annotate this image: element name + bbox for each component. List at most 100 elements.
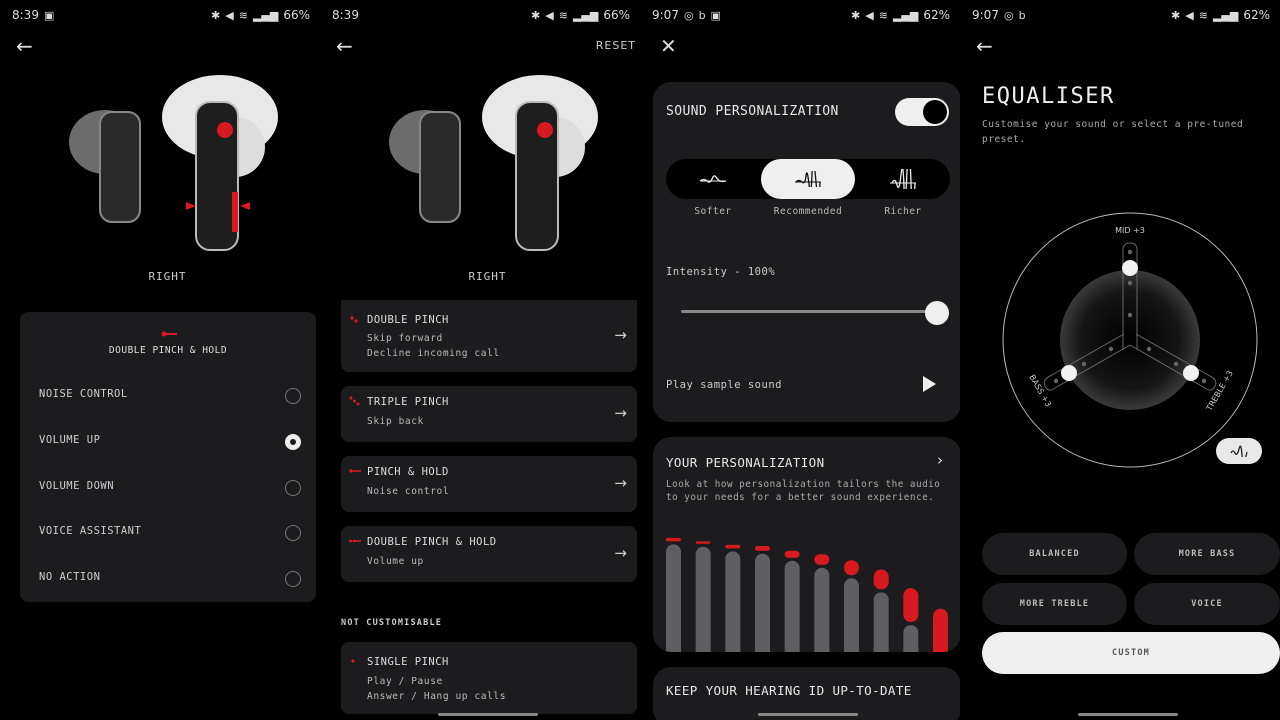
play-icon[interactable] [923, 376, 936, 392]
radio-button-selected[interactable] [285, 434, 301, 450]
gesture-options-screen: 8:39 ▣ ✱ ◀ ≋ ▂▄▆ 66% ← RIGHT DOUBLE PINCH & H… [0, 0, 320, 720]
battery-level: 66% [283, 8, 310, 22]
bar-base [755, 553, 770, 652]
intensity-slider[interactable] [681, 301, 949, 325]
slider-track [681, 310, 937, 313]
bluetooth-icon: ✱ [851, 8, 861, 22]
mid-handle [1122, 260, 1138, 276]
battery-level: 62% [923, 8, 950, 22]
bar-boost [873, 569, 889, 590]
home-indicator [1078, 713, 1178, 716]
option-volume-up[interactable]: VOLUME UP [20, 422, 316, 462]
option-no-action[interactable]: NO ACTION [20, 559, 316, 599]
close-button[interactable]: ✕ [660, 34, 677, 58]
your-personalization-card[interactable]: YOUR PERSONALIZATION › Look at how perso… [653, 437, 960, 652]
recommended-wave-icon [795, 171, 821, 187]
preset-more-treble[interactable]: MORE TREBLE [982, 583, 1127, 625]
preset-label-richer: Richer [884, 206, 922, 217]
radio-button[interactable] [285, 525, 301, 541]
keep-hearing-id-title: KEEP YOUR HEARING ID UP-TO-DATE [666, 683, 912, 698]
double-pinch-icon [350, 316, 358, 323]
bar-base [666, 544, 681, 652]
mute-icon: ◀ [1185, 8, 1194, 22]
preset-segmented-control [666, 159, 950, 199]
radio-button[interactable] [285, 480, 301, 496]
bar-boost [666, 537, 681, 542]
arrow-right-icon: → [614, 544, 627, 562]
bluetooth-icon: ✱ [211, 8, 221, 22]
preset-label-softer: Softer [694, 206, 732, 217]
arrow-right-icon: → [614, 326, 627, 344]
option-voice-assistant[interactable]: VOICE ASSISTANT [20, 513, 316, 553]
preset-softer[interactable] [666, 159, 760, 199]
earbuds-image [389, 75, 598, 251]
softer-wave-icon [699, 175, 727, 183]
slider-thumb[interactable] [925, 301, 949, 325]
preset-balanced[interactable]: BALANCED [982, 533, 1127, 575]
single-pinch-icon [351, 659, 355, 663]
sound-personalization-toggle[interactable] [895, 98, 949, 126]
bar-boost [755, 546, 770, 551]
bar-boost [814, 554, 830, 565]
radio-button[interactable] [285, 388, 301, 404]
page-title: EQUALISER [982, 84, 1115, 109]
treble-handle [1183, 365, 1199, 381]
battery-level: 62% [1243, 8, 1270, 22]
gesture-double-pinch[interactable]: DOUBLE PINCH Skip forward Decline incomi… [341, 300, 637, 372]
signal-icon: ▂▄▆ [572, 8, 599, 22]
option-volume-down[interactable]: VOLUME DOWN [20, 468, 316, 508]
pinch-hold-icon [349, 469, 361, 473]
preset-custom[interactable]: CUSTOM [982, 632, 1280, 674]
whatsapp-icon: ◎ [1003, 8, 1014, 22]
reset-button[interactable]: RESET [596, 39, 636, 52]
back-button[interactable]: ← [976, 34, 1000, 58]
clock: 9:07 [972, 8, 999, 22]
preset-recommended[interactable] [761, 159, 855, 199]
back-button[interactable]: ← [336, 34, 360, 58]
earbud-side-label: RIGHT [468, 270, 507, 283]
sound-personalization-screen: 9:07 ◎ b ▣ ✱ ◀ ≋ ▂▄▆ 62% ✕ SOUND PERSONALIZATIO… [640, 0, 960, 720]
mid-label: MID +3 [1115, 226, 1145, 235]
signal-icon: ▂▄▆ [1212, 8, 1239, 22]
bing-icon: b [1018, 8, 1026, 22]
preset-voice[interactable]: VOICE [1134, 583, 1280, 625]
clock: 8:39 [332, 8, 359, 22]
home-indicator [758, 713, 858, 716]
gallery-icon: ▣ [43, 8, 55, 22]
bar-base [873, 592, 889, 652]
gesture-single-pinch: SINGLE PINCH Play / Pause Answer / Hang … [341, 642, 637, 714]
status-bar: 9:07 ◎ b ✱ ◀ ≋ ▂▄▆ 62% [960, 0, 1280, 30]
personalization-bar-chart [666, 537, 948, 652]
whatsapp-icon: ◎ [683, 8, 694, 22]
bar-boost [903, 588, 919, 623]
clock: 8:39 [12, 8, 39, 22]
back-button[interactable]: ← [16, 34, 40, 58]
sound-personalization-card: SOUND PERSONALIZATION Softer Recommended… [653, 82, 960, 422]
option-noise-control[interactable]: NOISE CONTROL [20, 376, 316, 416]
earbud-side-label: RIGHT [148, 270, 187, 283]
arrow-left-icon: ← [16, 34, 33, 58]
gesture-pinch-hold[interactable]: PINCH & HOLD Noise control → [341, 456, 637, 512]
triple-pinch-icon [349, 396, 360, 406]
signal-icon: ▂▄▆ [892, 8, 919, 22]
radio-button[interactable] [285, 571, 301, 587]
preset-richer[interactable] [856, 159, 950, 199]
section-header-not-customisable: NOT CUSTOMISABLE [341, 618, 443, 628]
intensity-label: Intensity - 100% [666, 266, 776, 278]
status-bar: 8:39 ✱ ◀ ≋ ▂▄▆ 66% [320, 0, 640, 30]
bass-label: BASS +3 [1027, 373, 1053, 408]
bar-boost [784, 550, 800, 558]
status-bar: 8:39 ▣ ✱ ◀ ≋ ▂▄▆ 66% [0, 0, 320, 30]
bar-base [903, 625, 919, 652]
equaliser-dial[interactable]: MID +3 BASS +3 TREBLE +3 [1000, 210, 1260, 470]
gesture-double-pinch-hold[interactable]: DOUBLE PINCH & HOLD Volume up → [341, 526, 637, 582]
arrow-right-icon: → [614, 474, 627, 492]
preset-more-bass[interactable]: MORE BASS [1134, 533, 1280, 575]
bass-handle [1061, 365, 1077, 381]
wifi-icon: ≋ [558, 8, 568, 22]
gesture-triple-pinch[interactable]: TRIPLE PINCH Skip back → [341, 386, 637, 442]
bar-boost [933, 608, 948, 652]
eq-curve-button[interactable] [1216, 438, 1262, 464]
preset-label-recommended: Recommended [773, 206, 843, 217]
wifi-icon: ≋ [878, 8, 888, 22]
